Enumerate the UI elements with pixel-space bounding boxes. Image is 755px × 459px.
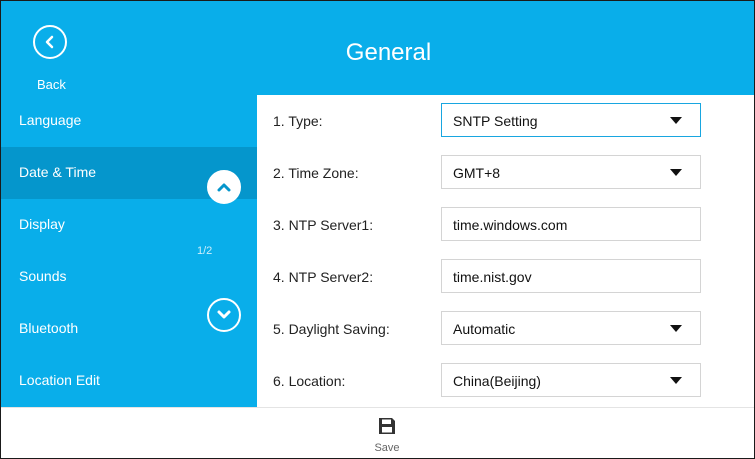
form-row-time-zone: 2. Time Zone: GMT+8 [257,147,754,199]
page-indicator: 1/2 [197,245,213,257]
dropdown-arrow-icon [670,117,682,124]
ntp-server1-label: 3. NTP Server1: [273,217,374,233]
sidebar-item-label: Sounds [19,268,67,284]
sidebar-item-label: Display [19,216,65,232]
dropdown-arrow-icon [670,169,682,176]
chevron-up-icon [217,183,231,192]
time-zone-label: 2. Time Zone: [273,165,359,181]
ntp-server1-value: time.windows.com [453,217,568,233]
daylight-saving-label: 5. Daylight Saving: [273,321,390,337]
sidebar-item-language[interactable]: Language [1,95,257,147]
sidebar-item-label: Bluetooth [19,320,79,336]
sidebar-item-label: Language [19,112,82,128]
save-button[interactable]: Save [361,414,413,458]
floppy-disk-icon [379,418,395,434]
back-label: Back [37,77,66,92]
phone-screen: Back General Language Date & Time Displa… [0,0,755,459]
location-label: 6. Location: [273,373,346,389]
sidebar: Language Date & Time Display Sounds Blue… [1,95,257,407]
type-value: SNTP Setting [453,113,538,129]
form-row-ntp-server2: 4. NTP Server2: time.nist.gov [257,251,754,303]
form-row-location: 6. Location: China(Beijing) [257,355,754,407]
chevron-down-icon [217,310,231,319]
page-title: General [345,39,432,66]
settings-form: 1. Type: SNTP Setting 2. Time Zone: GMT+… [257,95,754,407]
daylight-saving-value: Automatic [453,321,516,337]
sidebar-item-label: Date & Time [19,164,97,180]
form-row-ntp-server1: 3. NTP Server1: time.windows.com [257,199,754,251]
form-row-daylight-saving: 5. Daylight Saving: Automatic [257,303,754,355]
form-row-type: 1. Type: SNTP Setting [257,95,754,147]
type-label: 1. Type: [273,113,323,129]
location-value: China(Beijing) [453,373,541,389]
ntp-server2-input[interactable]: time.nist.gov [441,259,701,293]
save-label: Save [374,442,400,454]
time-zone-value: GMT+8 [453,165,501,181]
dropdown-arrow-icon [670,377,682,384]
scroll-down-button[interactable] [207,298,241,332]
time-zone-dropdown[interactable]: GMT+8 [441,155,701,189]
dropdown-arrow-icon [670,325,682,332]
header-bar: Back General [1,1,754,95]
ntp-server2-label: 4. NTP Server2: [273,269,374,285]
sidebar-item-display[interactable]: Display [1,199,257,251]
ntp-server1-input[interactable]: time.windows.com [441,207,701,241]
ntp-server2-value: time.nist.gov [453,269,532,285]
location-dropdown[interactable]: China(Beijing) [441,363,701,397]
footer-bar: Save [1,407,754,458]
sidebar-item-location-edit[interactable]: Location Edit [1,355,257,407]
sidebar-item-sounds[interactable]: Sounds [1,251,257,303]
type-dropdown[interactable]: SNTP Setting [441,103,701,137]
daylight-saving-dropdown[interactable]: Automatic [441,311,701,345]
scroll-up-button[interactable] [207,170,241,204]
sidebar-item-label: Location Edit [19,372,100,388]
